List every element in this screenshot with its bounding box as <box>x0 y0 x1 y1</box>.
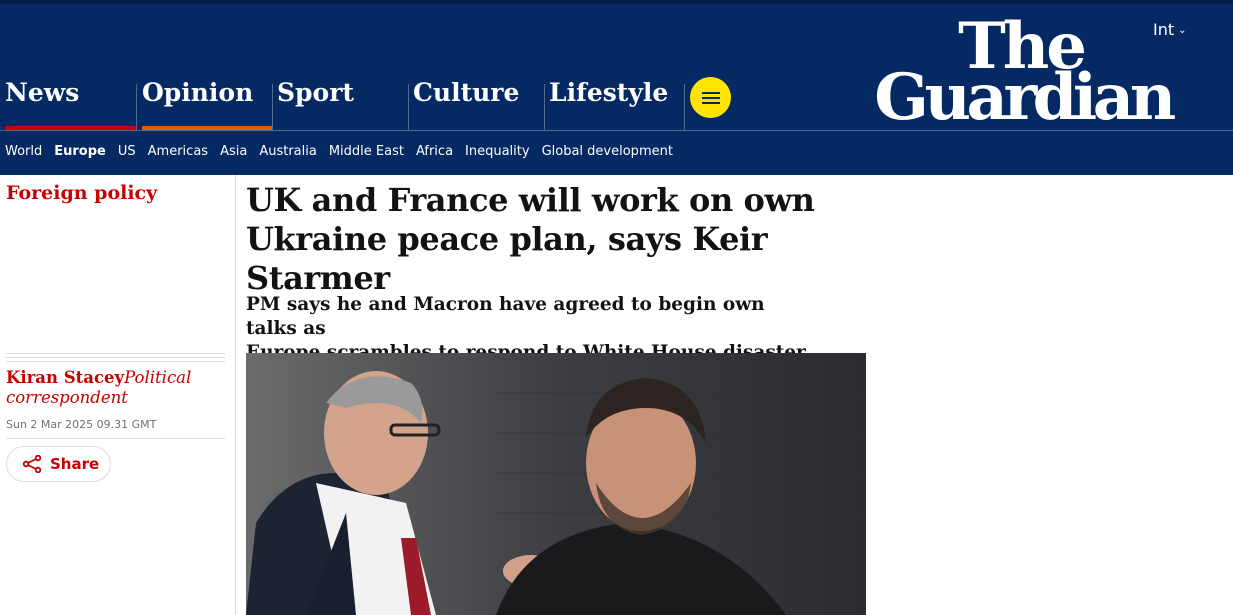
subnav-item-asia[interactable]: Asia <box>220 144 247 159</box>
subnav-item-europe[interactable]: Europe <box>54 144 106 159</box>
logo-line-2: Guardian <box>874 60 1175 124</box>
rule-line <box>6 361 225 362</box>
guardian-logo[interactable]: The Guardian <box>858 12 1188 124</box>
subnav-item-inequality[interactable]: Inequality <box>465 144 530 159</box>
hamburger-icon-bar <box>701 96 720 99</box>
meta-rules <box>6 353 225 365</box>
subnav-item-global-development[interactable]: Global development <box>542 144 673 159</box>
top-strip <box>0 0 1233 4</box>
author-name[interactable]: Kiran Stacey <box>6 368 124 387</box>
subnav-item-us[interactable]: US <box>118 144 136 159</box>
subnav-item-africa[interactable]: Africa <box>416 144 453 159</box>
section-label[interactable]: Foreign policy <box>6 182 157 204</box>
subnav-item-middle-east[interactable]: Middle East <box>329 144 404 159</box>
nav-divider <box>0 130 1233 131</box>
rule-line <box>6 353 225 354</box>
menu-button[interactable] <box>690 77 731 118</box>
hamburger-icon-bar <box>701 101 720 104</box>
headline-line-1: UK and France will work on own <box>246 181 815 219</box>
standfirst-line-1: PM says he and Macron have agreed to beg… <box>246 294 765 339</box>
rule-line <box>6 357 225 358</box>
publish-date: Sun 2 Mar 2025 09.31 GMT <box>6 418 157 431</box>
pillar-news[interactable]: News <box>0 78 136 130</box>
pillar-opinion[interactable]: Opinion <box>136 78 272 130</box>
subnav-item-americas[interactable]: Americas <box>148 144 208 159</box>
menu-separator <box>684 84 685 130</box>
pillar-sport[interactable]: Sport <box>272 78 408 130</box>
byline: Kiran StaceyPolitical correspondent <box>6 368 231 408</box>
pillar-label: Lifestyle <box>549 78 669 107</box>
pillar-nav: News Opinion Sport Culture Lifestyle <box>0 78 680 130</box>
pillar-lifestyle[interactable]: Lifestyle <box>544 78 680 130</box>
share-icon <box>22 455 42 473</box>
share-label: Share <box>50 455 100 473</box>
subnav-item-australia[interactable]: Australia <box>259 144 317 159</box>
pillar-label: Culture <box>413 78 520 107</box>
masthead: Int ⌄ The Guardian News Opinion Sport Cu… <box>0 0 1233 175</box>
date-rule <box>6 438 225 439</box>
pillar-culture[interactable]: Culture <box>408 78 544 130</box>
subnav-item-world[interactable]: World <box>5 144 42 159</box>
share-button[interactable]: Share <box>6 446 111 482</box>
article-main-photo[interactable] <box>246 353 866 615</box>
pillar-label: Opinion <box>142 78 254 107</box>
article-headline: UK and France will work on own Ukraine p… <box>246 181 866 298</box>
sub-nav: World Europe US Americas Asia Australia … <box>5 144 673 159</box>
headline-line-2: Ukraine peace plan, says Keir Starmer <box>246 220 768 297</box>
pillar-label: Sport <box>277 78 354 107</box>
pillar-label: News <box>5 78 80 107</box>
hamburger-icon-bar <box>701 91 720 94</box>
